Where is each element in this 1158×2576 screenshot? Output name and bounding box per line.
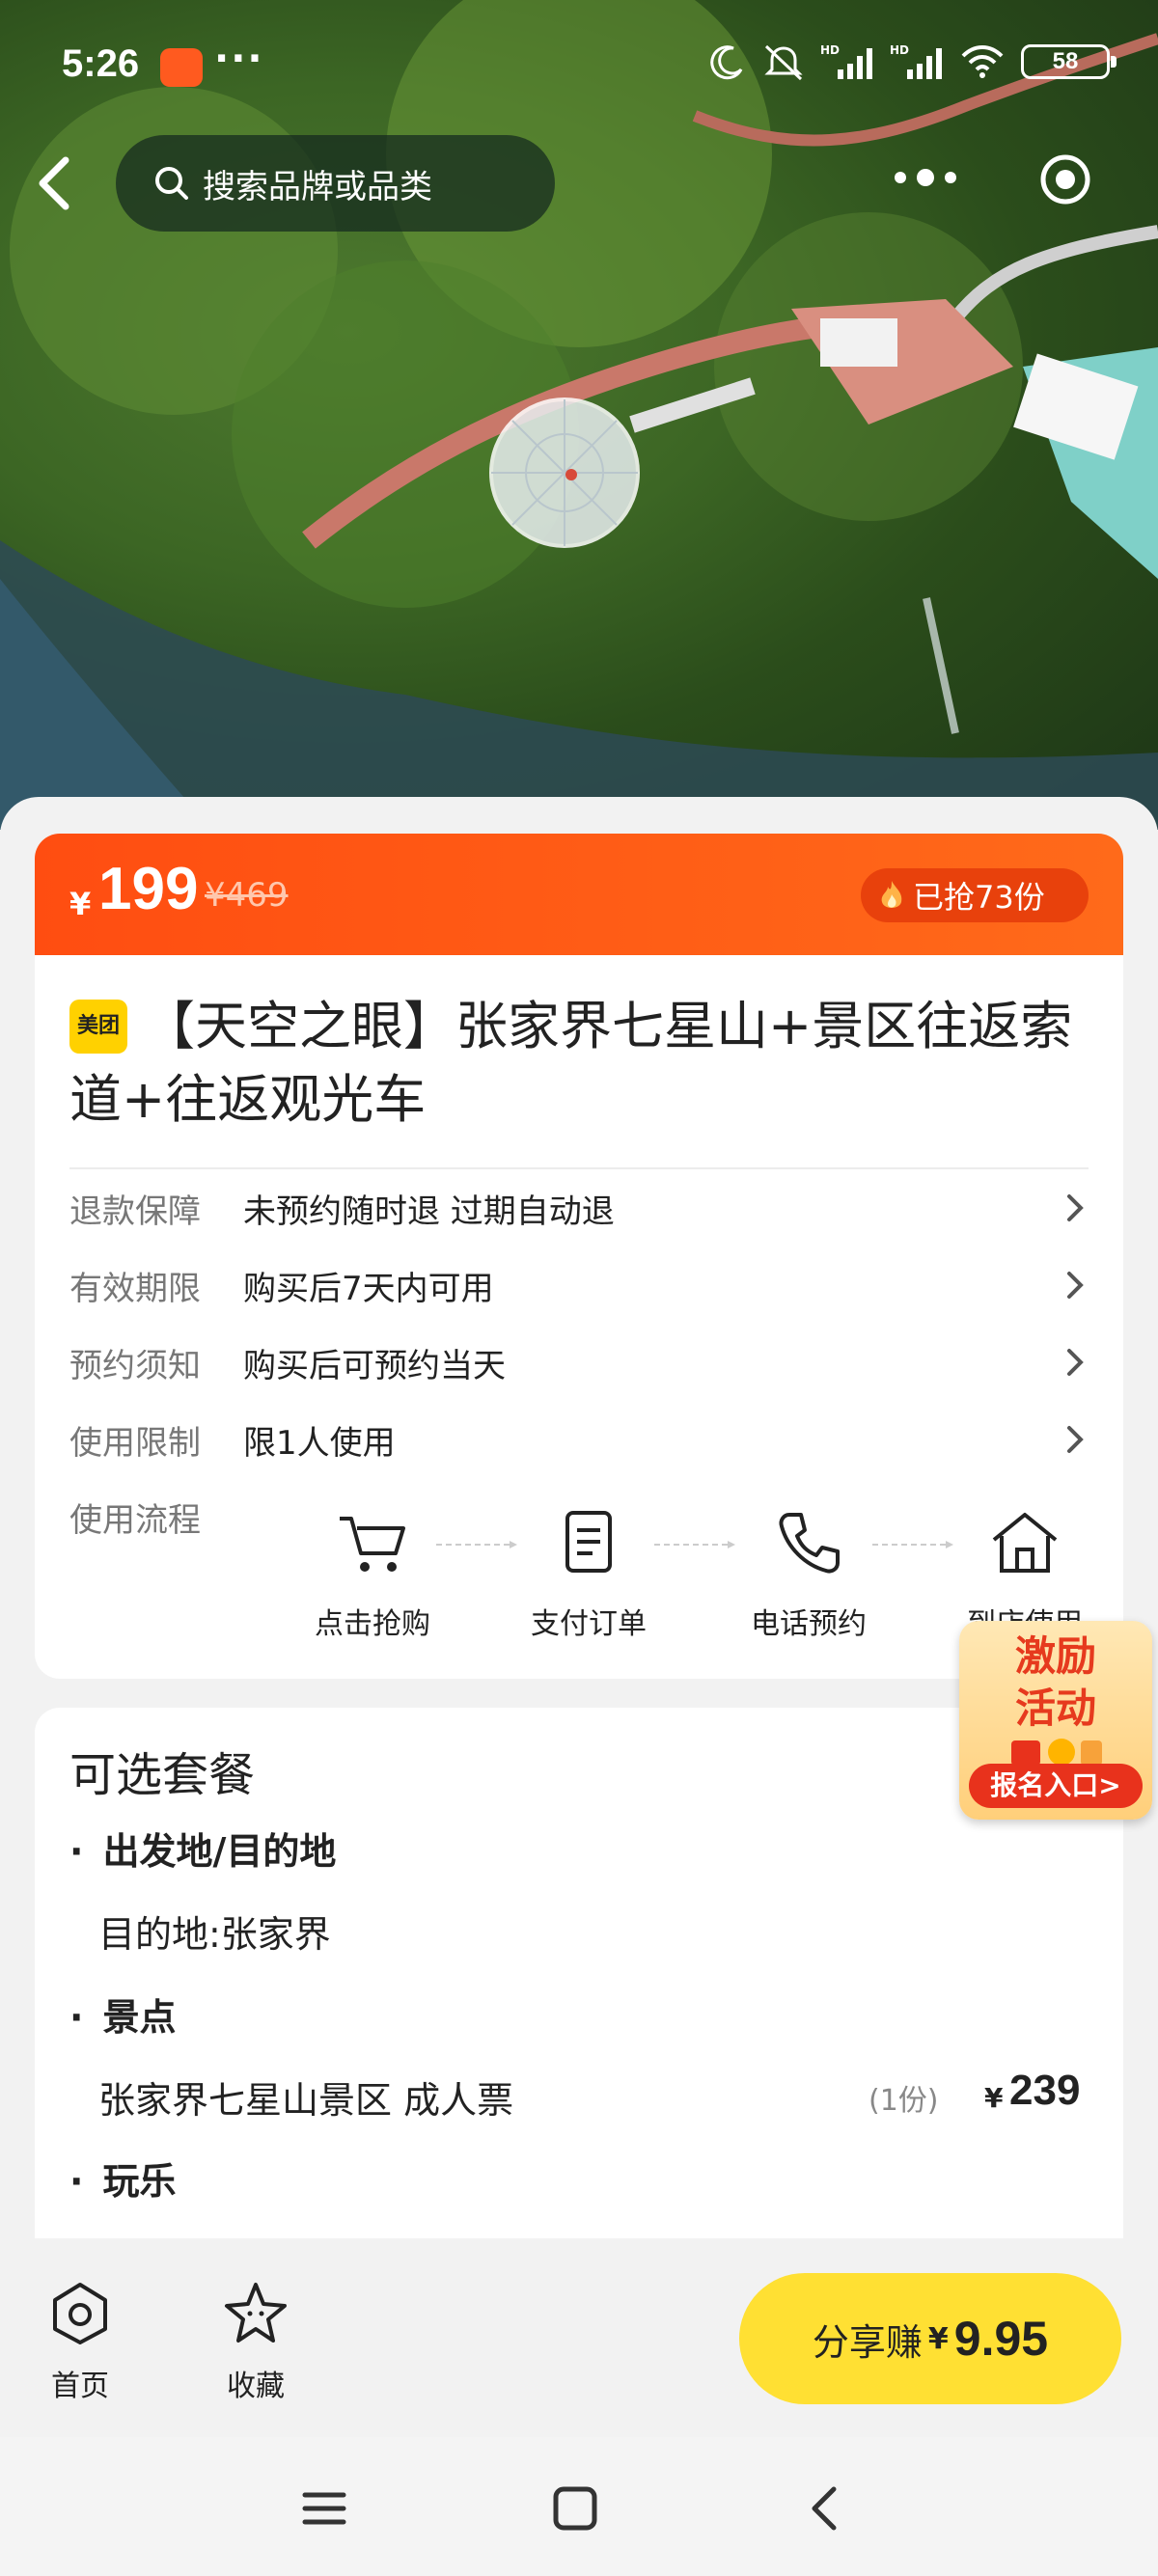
package-section-heading: 景点 [69,1987,176,2041]
product-title: 【天空之眼】张家界七星山+景区往返索道+往返观光车 [69,996,1073,1130]
package-ticket-name: 张家界七星山景区 成人票 [98,2079,514,2122]
original-price: ¥469 [205,876,289,915]
home-tab-icon [53,2283,107,2344]
flow-step-label: 电话预约 [751,1607,867,1641]
info-row-validity[interactable]: 有效期限 购买后7天内可用 [69,1256,1089,1314]
home-tab[interactable]: 首页 [27,2279,133,2404]
fire-icon [881,881,902,908]
phone-icon [779,1513,840,1574]
flow-step-label: 点击抢购 [315,1607,430,1641]
home-icon [992,1513,1058,1573]
signal-icon-2: HD [890,43,942,79]
current-price: 199 [98,856,199,922]
star-icon [225,2283,287,2343]
package-destination: 目的地:张家界 [98,1913,331,1956]
share-amount: 9.95 [953,2312,1049,2366]
incentive-promo-badge[interactable]: 激励 活动 报名入口> [959,1621,1152,1820]
target-icon [1040,154,1089,205]
more-options-button[interactable] [887,163,964,200]
arrow-right-icon [436,1541,517,1548]
flow-step-pay: 支付订单 [521,1505,656,1642]
chevron-right-icon [1067,1349,1084,1376]
close-miniapp-button[interactable] [1038,152,1092,210]
cart-icon [340,1517,405,1572]
status-icons: HD HD 58 [708,42,1117,81]
favorite-tab-label: 收藏 [227,2370,285,2403]
gift-coin-icon [1011,1739,1102,1766]
flow-step-label: 支付订单 [531,1607,647,1641]
package-ticket-currency: ¥ [984,2082,1004,2114]
flow-step-buy: 点击抢购 [305,1505,440,1642]
promo-title-line: 活动 [1014,1685,1096,1732]
more-dots-icon [894,169,956,186]
menu-icon[interactable] [295,2480,353,2537]
bottom-action-bar: 首页 收藏 分享赚 ¥ 9.95 [0,2238,1158,2437]
price-currency: ¥ [69,886,92,922]
svg-text:HD: HD [890,43,909,57]
svg-text:HD: HD [820,43,840,57]
chevron-right-icon [1067,1272,1084,1299]
status-overflow-dots: ··· [214,37,264,81]
moon-icon [710,45,743,80]
search-bar[interactable]: 搜索品牌或品类 [116,135,555,232]
divider [69,1167,1089,1169]
package-ticket-price: 239 [1009,2067,1081,2114]
usage-flow: 点击抢购 支付订单 电话预约 到店使用 [208,1505,1083,1659]
chevron-right-icon [1067,1426,1084,1453]
arrow-right-icon [872,1541,953,1548]
promo-signup-button[interactable]: 报名入口> [969,1764,1143,1808]
info-row-refund[interactable]: 退款保障 未预约随时退 过期自动退 [69,1179,1089,1237]
sold-count-badge: 已抢73份 [861,868,1089,922]
home-square-icon[interactable] [546,2480,604,2537]
status-bar: 5:26 ··· HD HD 58 [0,0,1158,135]
info-label: 使用限制 [69,1423,201,1463]
price-bar: ¥ 199 ¥469 已抢73份 [35,834,1123,959]
battery-indicator: 58 [1021,44,1117,79]
sold-count-text: 已抢73份 [913,879,1045,916]
package-ticket-qty: (1份) [868,2084,939,2118]
package-section-heading: 出发地/目的地 [69,1822,336,1875]
promo-title: 激励 活动 [959,1631,1152,1735]
system-navigation-bar [0,2437,1158,2576]
chevron-left-icon [39,156,69,210]
package-title: 可选套餐 [69,1748,256,1802]
info-value: 购买后可预约当天 [243,1346,506,1385]
share-currency: ¥ [927,2321,949,2356]
promo-title-line: 激励 [1014,1632,1096,1680]
package-section-heading: 玩乐 [69,2151,176,2205]
info-label: 退款保障 [69,1192,201,1231]
mute-icon [764,44,803,81]
info-value: 限1人使用 [243,1423,396,1463]
share-label: 分享赚 [812,2320,923,2364]
status-time: 5:26 [62,42,140,85]
favorite-tab[interactable]: 收藏 [203,2279,309,2404]
app-notification-icon [160,48,203,87]
arrow-right-icon [654,1541,735,1548]
share-earn-button[interactable]: 分享赚 ¥ 9.95 [739,2273,1121,2404]
info-value: 购买后7天内可用 [243,1269,494,1308]
search-placeholder: 搜索品牌或品类 [203,167,432,206]
product-info-card: 美团 【天空之眼】张家界七星山+景区往返索道+往返观光车 退款保障 未预约随时退… [35,955,1123,1679]
info-value: 未预约随时退 过期自动退 [243,1192,615,1231]
info-label: 有效期限 [69,1269,201,1308]
wifi-icon [961,45,1004,78]
info-row-usage-limit[interactable]: 使用限制 限1人使用 [69,1411,1089,1468]
info-row-booking[interactable]: 预约须知 购买后可预约当天 [69,1333,1089,1391]
search-icon [155,167,188,200]
home-tab-label: 首页 [51,2370,109,2403]
flow-step-call: 电话预约 [741,1505,876,1642]
chevron-right-icon [1067,1194,1084,1221]
document-icon [565,1511,612,1573]
miniapp-capsule [849,135,1129,228]
back-button[interactable] [27,145,85,222]
info-label: 预约须知 [69,1346,201,1385]
back-nav-icon[interactable] [797,2480,855,2537]
signal-icon: HD [820,43,872,79]
